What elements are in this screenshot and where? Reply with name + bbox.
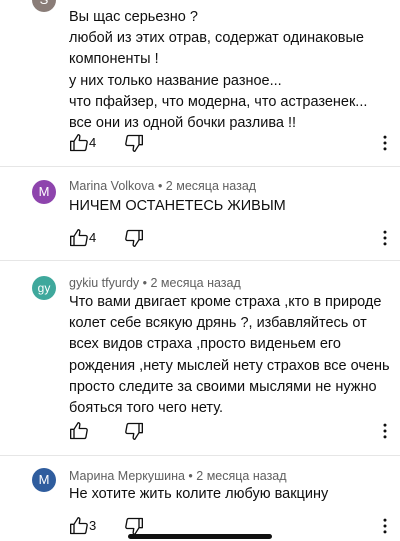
avatar[interactable]: gy — [32, 276, 56, 300]
author-name[interactable]: gykiu tfyurdy — [69, 276, 139, 290]
more-options-icon[interactable] — [375, 516, 395, 536]
comment-meta: Марина Меркушина • 2 месяца назад — [69, 469, 287, 483]
more-options-icon[interactable] — [375, 421, 395, 441]
timestamp: 2 месяца назад — [150, 276, 241, 290]
like-count: 4 — [89, 230, 97, 245]
comment-meta: gykiu tfyurdy • 2 месяца назад — [69, 276, 241, 290]
dislike-icon[interactable] — [124, 421, 144, 441]
comment-text: НИЧЕМ ОСТАНЕТЕСЬ ЖИВЫМ — [69, 198, 286, 214]
divider — [0, 166, 400, 167]
avatar[interactable]: S — [32, 0, 56, 12]
like-count: 3 — [89, 518, 97, 533]
comment-text: Что вами двигает кроме страха ,кто в при… — [69, 294, 390, 417]
more-options-icon[interactable] — [375, 133, 395, 153]
author-name[interactable]: Marina Volkova — [69, 179, 154, 193]
dislike-icon[interactable] — [124, 133, 144, 153]
divider — [0, 455, 400, 456]
timestamp: 2 месяца назад — [165, 179, 257, 193]
like-icon[interactable] — [69, 516, 89, 536]
like-icon[interactable] — [69, 421, 89, 441]
comment-text: Вы щас серьезно ? любой из этих отрав, с… — [69, 9, 368, 132]
comment-text: Не хотите жить колите любую вакцину — [69, 486, 329, 502]
comment-meta: Marina Volkova • 2 месяца назад — [69, 179, 257, 193]
avatar[interactable]: M — [32, 180, 56, 204]
avatar[interactable]: M — [32, 468, 56, 492]
comment-actions — [69, 421, 389, 441]
comment-actions: 3 — [69, 516, 389, 536]
comment-actions: 4 — [69, 133, 389, 153]
like-icon[interactable] — [69, 228, 89, 248]
timestamp: 2 месяца назад — [196, 469, 287, 483]
like-icon[interactable] — [69, 133, 89, 153]
more-options-icon[interactable] — [375, 228, 395, 248]
like-count: 4 — [89, 135, 97, 150]
dislike-icon[interactable] — [124, 228, 144, 248]
author-name[interactable]: Марина Меркушина — [69, 469, 185, 483]
divider — [0, 260, 400, 261]
comment-actions: 4 — [69, 228, 389, 248]
home-indicator[interactable] — [128, 534, 272, 539]
dislike-icon[interactable] — [124, 516, 144, 536]
